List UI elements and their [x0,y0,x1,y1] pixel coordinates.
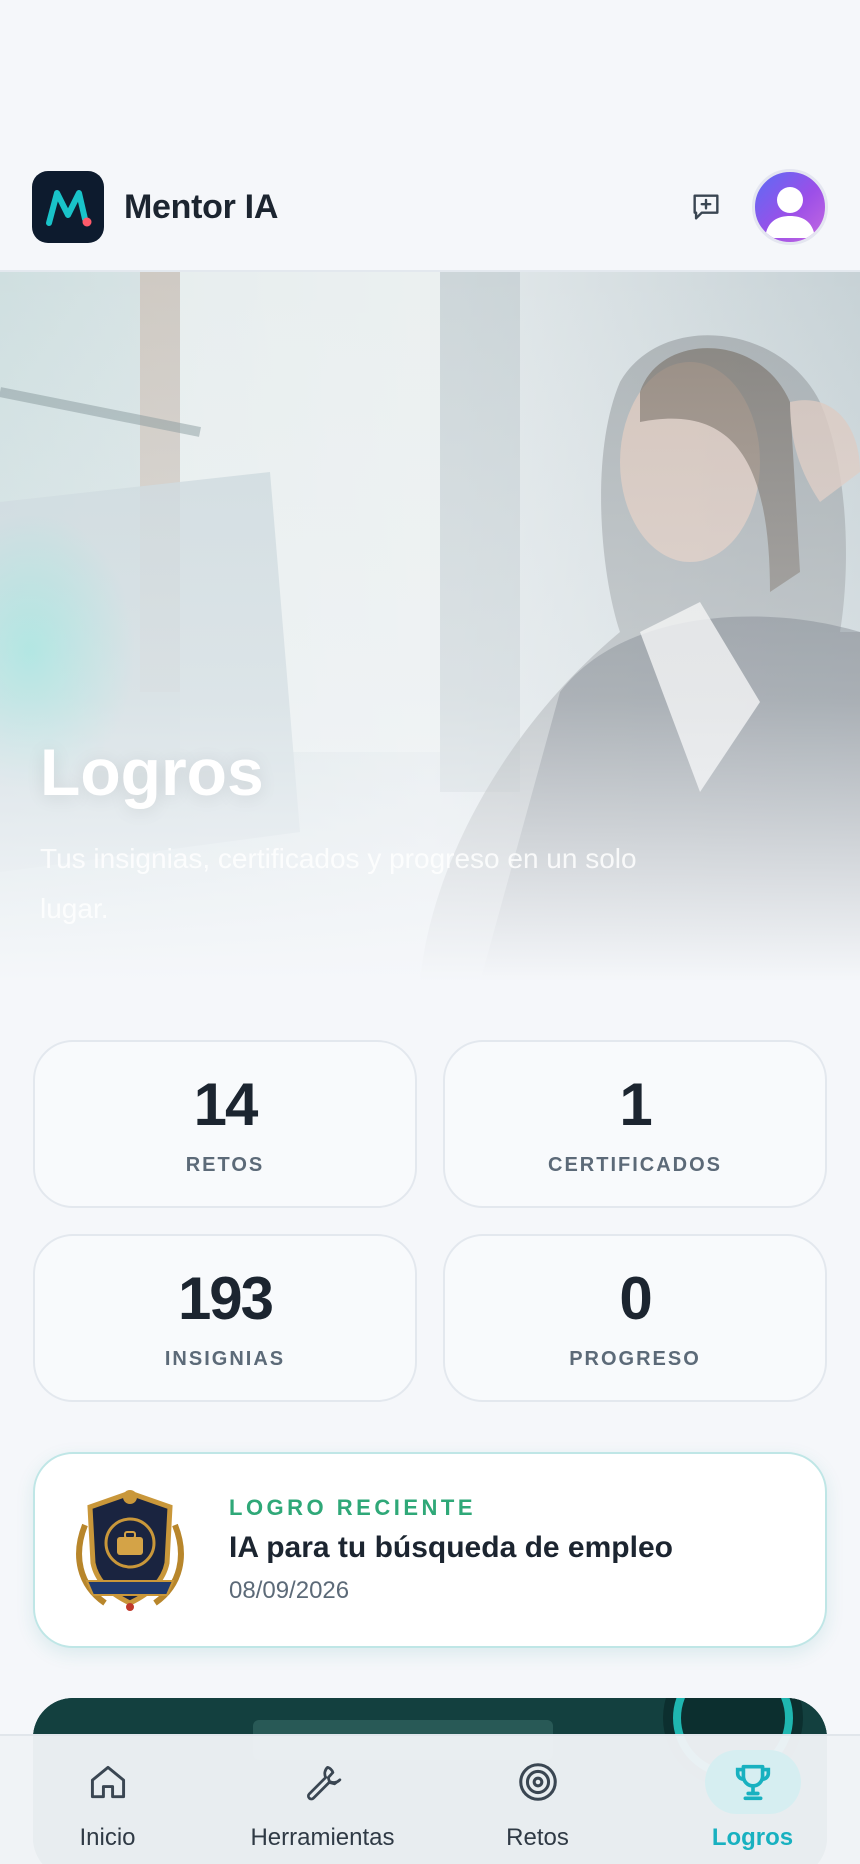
recent-achievement-card[interactable]: LOGRO RECIENTE IA para tu búsqueda de em… [33,1452,827,1648]
nav-item-retos[interactable]: Retos [438,1750,638,1852]
achievement-badge-icon [76,1490,184,1611]
stat-card-insignias[interactable]: 193 INSIGNIAS [33,1234,417,1402]
stat-value: 14 [193,1070,259,1138]
nav-item-logros[interactable]: Logros [653,1750,853,1852]
nav-item-herramientas[interactable]: Herramientas [223,1750,423,1852]
stat-value: 0 [619,1264,652,1332]
hero-banner: Logros Tus insignias, certificados y pro… [0,272,860,982]
stats-grid: 14 RETOS 1 CERTIFICADOS 193 INSIGNIAS 0 … [33,1040,827,1402]
app-header: Mentor IA [0,144,860,272]
new-chat-button[interactable] [678,179,734,235]
bottom-navigation: Inicio Herramientas Retos Logros [0,1734,860,1864]
nav-item-inicio[interactable]: Inicio [8,1750,208,1852]
target-icon [518,1763,557,1801]
stat-label: CERTIFICADOS [548,1153,722,1176]
stat-value: 1 [619,1070,652,1138]
status-bar-area [0,0,860,144]
stat-value: 193 [177,1264,274,1332]
stat-card-retos[interactable]: 14 RETOS [33,1040,417,1208]
app-logo[interactable] [32,171,104,243]
user-icon [765,187,815,238]
trophy-icon [735,1764,770,1801]
app-title: Mentor IA [124,187,279,226]
recent-title: IA para tu búsqueda de empleo [229,1531,673,1564]
stat-card-progreso[interactable]: 0 PROGRESO [443,1234,827,1402]
logo-m-icon [46,190,92,227]
page-subtitle: Tus insignias, certificados y progreso e… [40,843,637,924]
recent-eyebrow: LOGRO RECIENTE [229,1495,477,1520]
home-icon [90,1765,125,1799]
nav-label: Inicio [79,1824,136,1851]
nav-label: Herramientas [250,1824,395,1851]
nav-label: Logros [711,1824,794,1851]
stat-label: RETOS [185,1153,265,1176]
recent-date: 08/09/2026 [229,1577,350,1604]
message-plus-icon [693,194,719,220]
nav-label: Retos [506,1824,569,1851]
wrench-icon [306,1765,341,1801]
stat-label: INSIGNIAS [164,1347,286,1370]
page-title: Logros [40,735,264,809]
user-avatar[interactable] [752,169,828,245]
stat-label: PROGRESO [569,1347,701,1370]
stat-card-certificados[interactable]: 1 CERTIFICADOS [443,1040,827,1208]
